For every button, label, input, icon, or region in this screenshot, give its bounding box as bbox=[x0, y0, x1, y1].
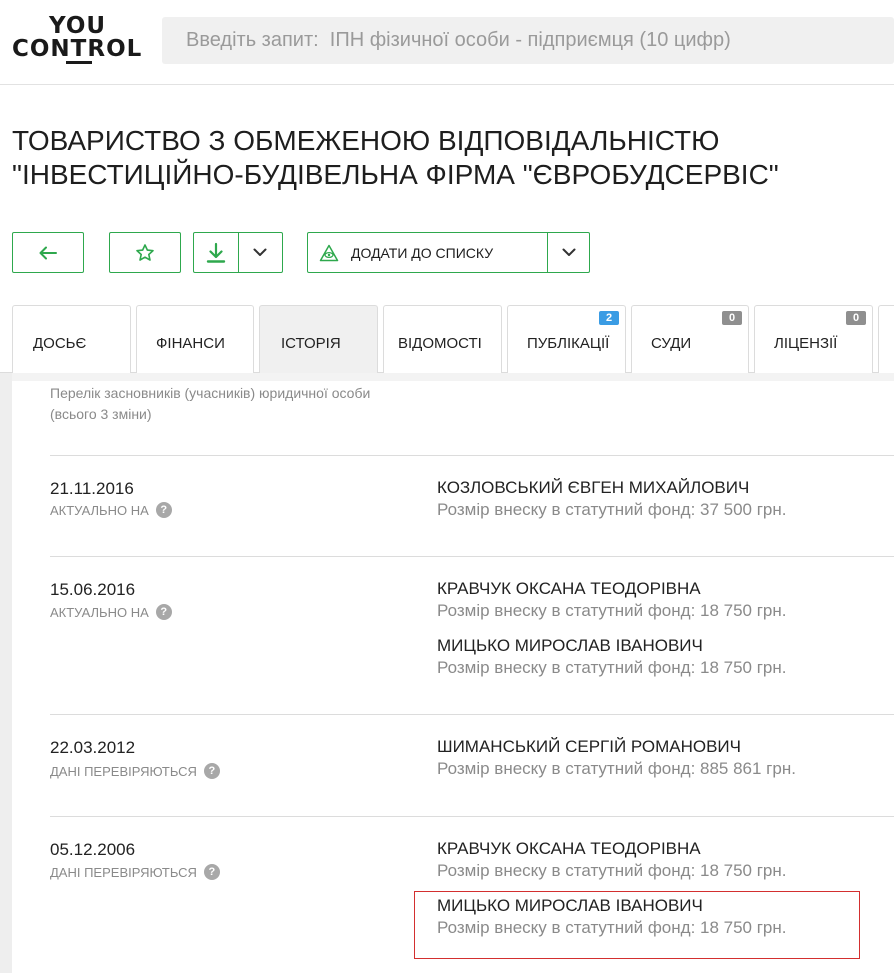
founder-share: Розмір внеску в статутний фонд: 18 750 г… bbox=[437, 861, 787, 880]
founder-name[interactable]: КРАВЧУК ОКСАНА ТЕОДОРІВНА bbox=[437, 578, 787, 600]
tab-label: ПУБЛІКАЦІЇ bbox=[527, 335, 610, 352]
logo-text-top: YOU bbox=[49, 13, 107, 39]
tab-badge-count: 2 bbox=[599, 311, 619, 325]
company-title-line2: "ІНВЕСТИЦІЙНО-БУДІВЕЛЬНА ФІРМА "ЄВРОБУДС… bbox=[12, 159, 779, 190]
header: YOU CONTROL bbox=[0, 0, 894, 85]
tab-label: ЛІЦЕНЗІЇ bbox=[774, 335, 838, 352]
founder-entry: КРАВЧУК ОКСАНА ТЕОДОРІВНА Розмір внеску … bbox=[437, 578, 787, 622]
change-date: 05.12.2006 bbox=[50, 840, 136, 859]
logo-text-bottom: CONTROL bbox=[12, 36, 143, 62]
company-title-line1: ТОВАРИСТВО З ОБМЕЖЕНОЮ ВІДПОВІДАЛЬНІСТЮ bbox=[12, 125, 720, 156]
founder-share: Розмір внеску в статутний фонд: 18 750 г… bbox=[437, 658, 787, 677]
eye-triangle-icon bbox=[319, 244, 339, 261]
help-icon[interactable]: ? bbox=[203, 763, 220, 779]
star-icon bbox=[136, 243, 154, 261]
change-status-label: АКТУАЛЬНО НА bbox=[50, 502, 149, 518]
founder-entry: ШИМАНСЬКИЙ СЕРГІЙ РОМАНОВИЧ Розмір внеск… bbox=[437, 736, 796, 780]
chevron-down-icon bbox=[253, 248, 267, 256]
tab-label: ДОСЬЄ bbox=[33, 335, 87, 352]
tab-label: СУДИ bbox=[651, 335, 692, 352]
search-input[interactable] bbox=[162, 17, 894, 64]
change-status-label: ДАНІ ПЕРЕВІРЯЮТЬСЯ bbox=[50, 864, 197, 880]
row-divider bbox=[50, 455, 894, 456]
founder-name[interactable]: ШИМАНСЬКИЙ СЕРГІЙ РОМАНОВИЧ bbox=[437, 736, 796, 758]
change-status: АКТУАЛЬНО НА ? bbox=[50, 604, 172, 620]
change-date: 22.03.2012 bbox=[50, 738, 136, 757]
add-to-list-button-group: ДОДАТИ ДО СПИСКУ bbox=[307, 232, 590, 273]
founder-name[interactable]: КРАВЧУК ОКСАНА ТЕОДОРІВНА bbox=[437, 838, 787, 860]
tab-courts[interactable]: 0 СУДИ bbox=[631, 305, 749, 373]
tab-more[interactable] bbox=[878, 305, 894, 373]
favorite-button[interactable] bbox=[109, 232, 181, 273]
founder-name[interactable]: МИЦЬКО МИРОСЛАВ ІВАНОВИЧ bbox=[437, 635, 787, 657]
founder-share: Розмір внеску в статутний фонд: 37 500 г… bbox=[437, 500, 787, 519]
tab-badge-count: 0 bbox=[722, 311, 742, 325]
add-to-list-dropdown-button[interactable] bbox=[548, 233, 589, 272]
row-divider bbox=[50, 556, 894, 557]
add-to-list-button[interactable]: ДОДАТИ ДО СПИСКУ bbox=[308, 233, 549, 272]
highlight-box bbox=[414, 891, 860, 959]
tab-dossier[interactable]: ДОСЬЄ bbox=[12, 305, 131, 373]
chevron-down-icon bbox=[562, 248, 576, 256]
founder-name[interactable]: КОЗЛОВСЬКИЙ ЄВГЕН МИХАЙЛОВИЧ bbox=[437, 477, 787, 499]
founders-caption-count: (всього 3 зміни) bbox=[50, 406, 152, 422]
change-date: 15.06.2016 bbox=[50, 580, 136, 599]
download-dropdown-button[interactable] bbox=[239, 233, 283, 272]
founder-entry: МИЦЬКО МИРОСЛАВ ІВАНОВИЧ Розмір внеску в… bbox=[437, 635, 787, 679]
change-status-label: АКТУАЛЬНО НА bbox=[50, 604, 149, 620]
youcontrol-logo[interactable]: YOU CONTROL bbox=[12, 13, 141, 64]
download-button-group bbox=[193, 232, 283, 273]
change-date: 21.11.2016 bbox=[50, 479, 134, 498]
founders-caption: Перелік засновників (учасників) юридично… bbox=[50, 383, 370, 425]
help-icon[interactable]: ? bbox=[155, 604, 172, 620]
tab-badge-count: 0 bbox=[846, 311, 866, 325]
tab-publications[interactable]: 2 ПУБЛІКАЦІЇ bbox=[507, 305, 626, 373]
content-left-border bbox=[0, 373, 12, 973]
back-button[interactable] bbox=[12, 232, 84, 273]
change-status: АКТУАЛЬНО НА ? bbox=[50, 502, 172, 518]
tab-label: ІСТОРІЯ bbox=[281, 335, 341, 352]
founder-share: Розмір внеску в статутний фонд: 885 861 … bbox=[437, 759, 796, 778]
change-status-label: ДАНІ ПЕРЕВІРЯЮТЬСЯ bbox=[50, 763, 197, 779]
logo-underline bbox=[66, 61, 92, 64]
add-to-list-label: ДОДАТИ ДО СПИСКУ bbox=[351, 244, 494, 261]
tab-history[interactable]: ІСТОРІЯ bbox=[259, 305, 378, 373]
founder-share: Розмір внеску в статутний фонд: 18 750 г… bbox=[437, 601, 787, 620]
company-title: ТОВАРИСТВО З ОБМЕЖЕНОЮ ВІДПОВІДАЛЬНІСТЮ … bbox=[12, 124, 882, 192]
row-divider bbox=[50, 816, 894, 817]
download-button[interactable] bbox=[194, 233, 239, 272]
arrow-left-icon bbox=[39, 246, 57, 259]
tab-records[interactable]: ВІДОМОСТІ bbox=[383, 305, 502, 373]
founders-caption-title: Перелік засновників (учасників) юридично… bbox=[50, 385, 371, 401]
download-icon bbox=[206, 242, 225, 263]
founder-entry: КРАВЧУК ОКСАНА ТЕОДОРІВНА Розмір внеску … bbox=[437, 838, 787, 882]
tab-licenses[interactable]: 0 ЛІЦЕНЗІЇ bbox=[754, 305, 873, 373]
help-icon[interactable]: ? bbox=[155, 502, 172, 518]
tab-label: ВІДОМОСТІ bbox=[398, 335, 482, 352]
content-top-border bbox=[12, 373, 894, 381]
help-icon[interactable]: ? bbox=[203, 864, 220, 880]
founder-entry: КОЗЛОВСЬКИЙ ЄВГЕН МИХАЙЛОВИЧ Розмір внес… bbox=[437, 477, 787, 521]
tab-label: ФІНАНСИ bbox=[156, 335, 225, 352]
row-divider bbox=[50, 714, 894, 715]
change-status: ДАНІ ПЕРЕВІРЯЮТЬСЯ ? bbox=[50, 864, 220, 880]
change-status: ДАНІ ПЕРЕВІРЯЮТЬСЯ ? bbox=[50, 763, 220, 779]
tab-finance[interactable]: ФІНАНСИ bbox=[136, 305, 254, 373]
